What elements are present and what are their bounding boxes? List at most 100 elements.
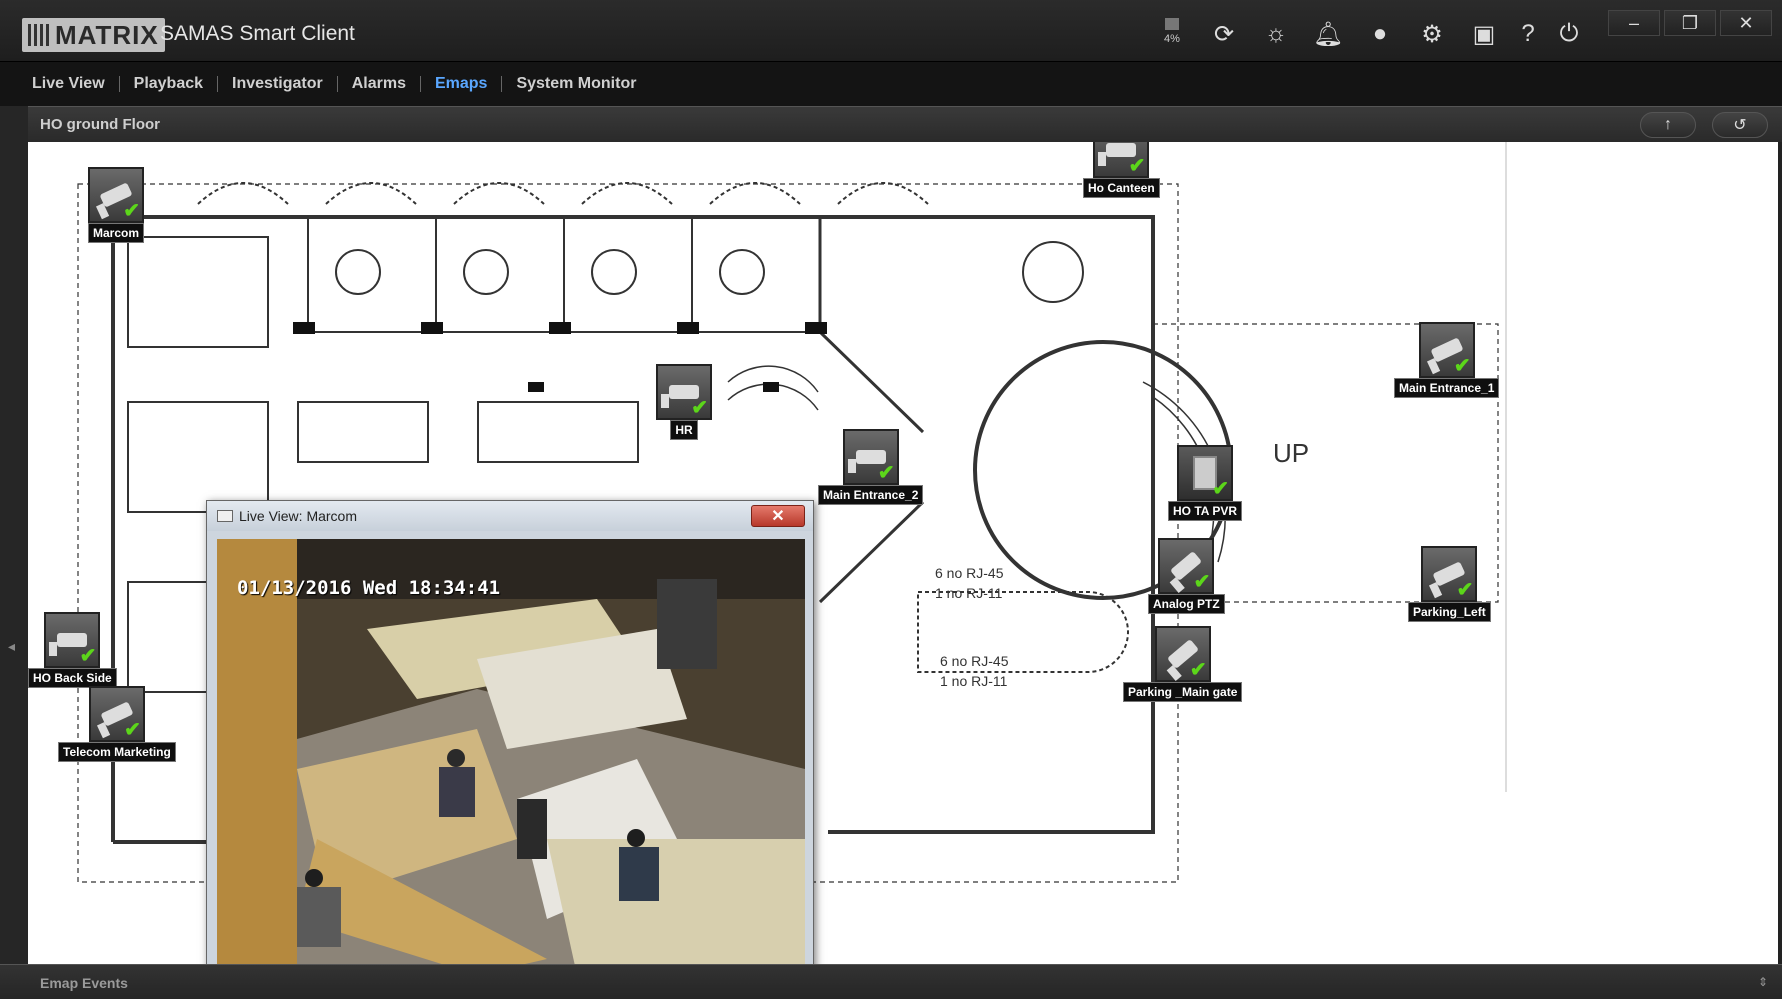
main-menu: Live View Playback Investigator Alarms E… (0, 62, 1782, 106)
menu-system-monitor[interactable]: System Monitor (502, 75, 650, 93)
camera-marker-parking-left[interactable]: ✔ Parking_Left (1408, 546, 1491, 622)
jack-note-2-line1: 6 no RJ-45 (940, 653, 1009, 669)
corridor-wall (818, 500, 925, 604)
map-header: ▸▸ HO ground Floor ↑ ↺ (0, 106, 1782, 142)
ptz-camera-icon: ✔ (1158, 538, 1215, 594)
camera-label: Parking _Main gate (1123, 682, 1243, 702)
online-check-icon: ✔ (691, 397, 708, 419)
online-check-icon: ✔ (1128, 155, 1146, 177)
menu-alarms[interactable]: Alarms (338, 75, 420, 93)
jack-note-1-line1: 6 no RJ-45 (935, 565, 1004, 581)
camera-label: Main Entrance_2 (818, 485, 924, 505)
camera-label: HO Back Side (28, 668, 117, 688)
toolbar-icons: ⟳ ☼ 🔔︎ ● ⚙ ▣ ? ⏻ (1198, 18, 1592, 50)
column (805, 322, 827, 334)
camera-marker-analog-ptz[interactable]: ✔ Analog PTZ (1148, 538, 1225, 614)
bullet-camera-icon: ✔ (88, 686, 145, 742)
live-view-popup[interactable]: Live View: Marcom ✕ 01/13/2016 Wed 18:34… (206, 500, 814, 986)
pvr-device-icon: ✔ (1177, 445, 1233, 501)
camera-marker-main-entrance-2[interactable]: ✔ Main Entrance_2 (818, 429, 924, 505)
title-bar: MATRIX SAMAS Smart Client 4% ⟳ ☼ 🔔︎ ● ⚙ … (0, 0, 1782, 62)
cpu-usage-indicator: 4% (1160, 18, 1184, 45)
close-button[interactable]: ✕ (1720, 10, 1772, 36)
map-title: HO ground Floor (40, 116, 160, 133)
left-panel-strip: ◂ (0, 106, 28, 964)
menu-playback[interactable]: Playback (120, 75, 217, 93)
online-check-icon: ✔ (79, 645, 97, 667)
online-check-icon: ✔ (877, 462, 895, 484)
camera-label: Marcom (88, 223, 145, 243)
app-title: SAMAS Smart Client (160, 22, 355, 45)
workstation-block (477, 401, 639, 463)
menu-investigator[interactable]: Investigator (218, 75, 337, 93)
expand-events-icon[interactable]: ⇕ (1758, 975, 1768, 989)
camera-marker-marcom[interactable]: ✔ Marcom (88, 167, 145, 243)
bell-icon[interactable]: 🔔︎ (1302, 18, 1354, 50)
bullet-camera-icon: ✔ (1418, 322, 1475, 378)
window-arc (325, 182, 417, 205)
camera-marker-ho-back-side[interactable]: ✔ HO Back Side (28, 612, 117, 688)
minimize-button[interactable]: – (1608, 10, 1660, 36)
window-arc (453, 182, 545, 205)
camera-label: Telecom Marketing (58, 742, 176, 762)
camera-marker-ho-canteen[interactable]: ✔ Ho Canteen (1083, 142, 1160, 198)
collapse-left-icon[interactable]: ◂ (8, 638, 15, 655)
video-timestamp-overlay: 01/13/2016 Wed 18:34:41 (237, 577, 501, 599)
emap-events-bar[interactable]: Emap Events ⇕ (0, 964, 1782, 999)
restore-button[interactable]: ❐ (1664, 10, 1716, 36)
camera-marker-main-entrance-1[interactable]: ✔ Main Entrance_1 (1394, 322, 1500, 398)
power-icon[interactable]: ⏻ (1546, 18, 1592, 50)
window-arc (581, 182, 673, 205)
window-arc (837, 182, 929, 205)
bullet-camera-icon: ✔ (1421, 546, 1478, 602)
jack-note-2-line2: 1 no RJ-11 (940, 673, 1008, 689)
workstation-block (297, 401, 429, 463)
camera-marker-telecom-marketing[interactable]: ✔ Telecom Marketing (58, 686, 176, 762)
live-view-title: Live View: Marcom (239, 508, 358, 524)
camera-marker-ho-ta-pvr[interactable]: ✔ HO TA PVR (1168, 445, 1243, 521)
dome-camera-icon: ✔ (1093, 142, 1150, 178)
map-up-button[interactable]: ↑ (1640, 112, 1696, 138)
dome-camera-icon: ✔ (842, 429, 899, 485)
meeting-table (1022, 241, 1084, 303)
camera-marker-hr[interactable]: ✔ HR (656, 364, 712, 440)
alarm-light-icon[interactable]: ☼ (1250, 18, 1302, 50)
stairs-up-label: UP (1273, 438, 1309, 468)
help-icon[interactable]: ? (1510, 18, 1546, 50)
window-arc (197, 182, 289, 205)
menu-live-view[interactable]: Live View (18, 75, 119, 93)
camera-label: Analog PTZ (1148, 594, 1225, 614)
online-check-icon: ✔ (1212, 478, 1229, 500)
column (549, 322, 571, 334)
app-window: MATRIX SAMAS Smart Client 4% ⟳ ☼ 🔔︎ ● ⚙ … (0, 0, 1782, 999)
logo-text: MATRIX (55, 19, 159, 50)
workstation-block (127, 401, 269, 513)
online-check-icon: ✔ (1193, 571, 1211, 593)
refresh-icon[interactable]: ⟳ (1198, 18, 1250, 50)
window-icon (217, 510, 233, 522)
online-check-icon: ✔ (1189, 659, 1207, 681)
window-arc (709, 182, 801, 205)
camera-label: HO TA PVR (1168, 501, 1243, 521)
camera-label: Main Entrance_1 (1394, 378, 1500, 398)
online-check-icon: ✔ (123, 200, 140, 222)
bullet-camera-icon: ✔ (44, 612, 101, 668)
cpu-bar-icon (1165, 18, 1179, 30)
emap-events-title: Emap Events (40, 975, 128, 991)
map-back-button[interactable]: ↺ (1712, 112, 1768, 138)
menu-emaps[interactable]: Emaps (421, 75, 501, 93)
camera-label: Parking_Left (1408, 602, 1491, 622)
matrix-logo: MATRIX (22, 18, 165, 52)
column (763, 382, 779, 392)
live-view-titlebar[interactable]: Live View: Marcom (207, 501, 813, 531)
monitor-settings-icon[interactable]: ▣ (1458, 18, 1510, 50)
camera-marker-parking-main-gate[interactable]: ✔ Parking _Main gate (1123, 626, 1243, 702)
gear-icon[interactable]: ⚙ (1406, 18, 1458, 50)
camera-label: Ho Canteen (1083, 178, 1160, 198)
live-view-close-button[interactable]: ✕ (751, 505, 805, 527)
window-controls: – ❐ ✕ (1608, 10, 1772, 36)
cpu-usage-label: 4% (1164, 33, 1180, 45)
live-video-feed[interactable]: 01/13/2016 Wed 18:34:41 (217, 539, 805, 975)
column (421, 322, 443, 334)
globe-icon[interactable]: ● (1354, 18, 1406, 50)
